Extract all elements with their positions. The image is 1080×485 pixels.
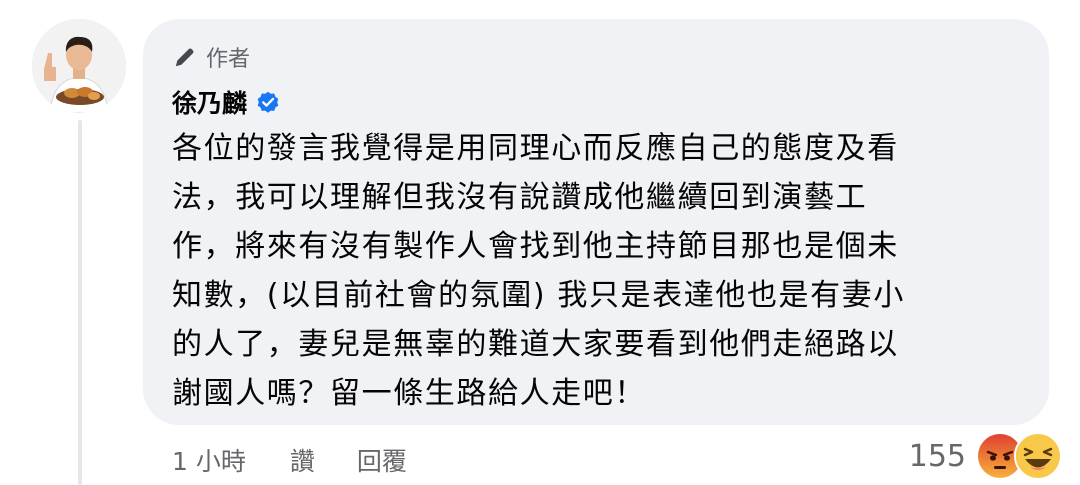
comment-line: 作，將來有沒有製作人會找到他主持節目那也是個未 xyxy=(172,229,899,264)
author-badge: 作者 xyxy=(172,40,250,74)
author-badge-label: 作者 xyxy=(206,47,251,72)
author-name-row: 徐乃麟 xyxy=(172,82,281,122)
verified-badge-icon xyxy=(255,89,281,115)
comment-line: 謝國人嗎？留一條生路給人走吧！ xyxy=(172,376,646,411)
like-button[interactable]: 讚 xyxy=(290,442,315,478)
comment-line: 知數，(以目前社會的氛圍) 我只是表達他也是有妻小 xyxy=(172,278,905,313)
comment-view: 作者 徐乃麟 各位的發言我覺得是用同理心而反應自己的態度及看 法，我可以理解但我… xyxy=(0,0,1080,485)
author-avatar[interactable] xyxy=(32,19,126,113)
reply-button[interactable]: 回覆 xyxy=(357,442,407,478)
reaction-icons xyxy=(976,432,1062,480)
pencil-icon xyxy=(172,44,198,70)
comment-body: 各位的發言我覺得是用同理心而反應自己的態度及看 法，我可以理解但我沒有說讚成他繼… xyxy=(172,124,1042,418)
reaction-summary[interactable]: 155 xyxy=(909,432,1062,480)
reply-thread-line xyxy=(78,120,82,485)
comment-line: 法，我可以理解但我沒有說讚成他繼續回到演藝工 xyxy=(172,180,868,215)
reaction-count: 155 xyxy=(908,438,966,474)
haha-reaction-icon xyxy=(1014,432,1062,480)
comment-line: 的人了，妻兒是無辜的難道大家要看到他們走絕路以 xyxy=(172,327,899,362)
comment-line: 各位的發言我覺得是用同理心而反應自己的態度及看 xyxy=(172,131,899,166)
author-name[interactable]: 徐乃麟 xyxy=(172,84,247,120)
comment-timestamp[interactable]: 1 小時 xyxy=(172,442,246,478)
avatar-image xyxy=(32,19,126,113)
comment-actions: 1 小時 讚 回覆 xyxy=(172,438,407,482)
